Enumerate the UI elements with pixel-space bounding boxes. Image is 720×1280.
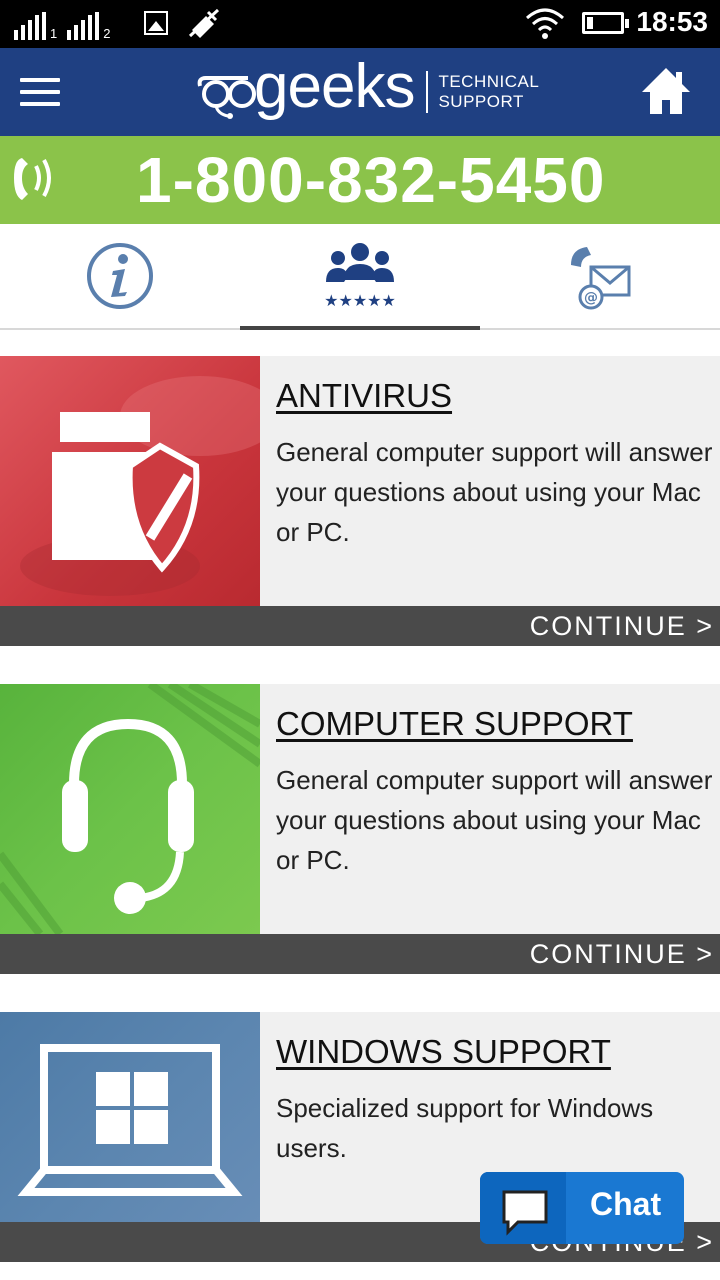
card-title[interactable]: WINDOWS SUPPORT: [276, 1030, 611, 1074]
phone-email-icon: @: [571, 247, 631, 310]
computer-support-image[interactable]: [0, 684, 260, 934]
service-card-antivirus: ANTIVIRUS General computer support will …: [0, 356, 720, 646]
card-body: ANTIVIRUS General computer support will …: [260, 356, 720, 606]
signal-indicators: 1 2: [14, 8, 120, 40]
signal-icon: [67, 12, 100, 40]
chat-button[interactable]: Chat: [480, 1172, 684, 1244]
phone-ringing-icon: [14, 158, 51, 200]
sim1-label: 1: [50, 26, 58, 41]
continue-button[interactable]: CONTINUE >: [0, 934, 720, 974]
svg-text:@: @: [584, 290, 598, 306]
team-rating-icon: ★★★★★: [324, 243, 396, 310]
geeks-logo[interactable]: geeks TECHNICAL SUPPORT: [196, 56, 539, 128]
app-header: geeks TECHNICAL SUPPORT: [0, 48, 720, 136]
glasses-logo-icon: [197, 76, 256, 119]
windows-laptop-icon: [17, 1044, 243, 1196]
service-card-computer-support: COMPUTER SUPPORT General computer suppor…: [0, 684, 720, 974]
logo-wordmark: geeks: [254, 52, 415, 121]
antivirus-image[interactable]: [0, 356, 260, 606]
hamburger-icon[interactable]: [20, 78, 60, 108]
logo-tagline: TECHNICAL SUPPORT: [438, 72, 539, 112]
logo-tagline-line1: TECHNICAL: [438, 72, 540, 91]
folder-shield-icon: [20, 376, 260, 596]
info-icon: [87, 243, 153, 309]
home-icon[interactable]: [640, 66, 692, 116]
image-icon: [144, 11, 168, 35]
chat-label: Chat: [590, 1186, 662, 1222]
tab-team[interactable]: ★★★★★: [240, 224, 480, 330]
logo-tagline-line2: SUPPORT: [438, 92, 524, 111]
wifi-icon: [526, 8, 564, 39]
tab-contact[interactable]: @: [480, 224, 720, 328]
signal-icon: [14, 12, 46, 40]
clock: 18:53: [636, 6, 708, 37]
sim2-label: 2: [103, 26, 111, 41]
svg-text:★★★★★: ★★★★★: [324, 291, 396, 310]
tab-bar: ★★★★★ @: [0, 224, 720, 330]
card-body: COMPUTER SUPPORT General computer suppor…: [260, 684, 720, 934]
tab-info[interactable]: [0, 224, 240, 328]
logo-divider: [426, 71, 429, 113]
card-description: Specialized support for Windows users.: [276, 1093, 654, 1163]
card-title[interactable]: ANTIVIRUS: [276, 374, 452, 418]
headset-icon: [0, 684, 260, 934]
chat-bubble-icon: [502, 1190, 548, 1236]
card-description: General computer support will answer you…: [276, 437, 713, 547]
mute-icon: [188, 8, 220, 38]
continue-button[interactable]: CONTINUE >: [0, 606, 720, 646]
status-bar: 1 2 18:53: [0, 0, 720, 48]
chat-icon-area: [480, 1172, 566, 1244]
card-title[interactable]: COMPUTER SUPPORT: [276, 702, 633, 746]
phone-banner[interactable]: 1-800-832-5450: [0, 136, 720, 224]
card-description: General computer support will answer you…: [276, 765, 713, 875]
phone-number[interactable]: 1-800-832-5450: [136, 140, 605, 220]
battery-icon: [582, 12, 629, 34]
